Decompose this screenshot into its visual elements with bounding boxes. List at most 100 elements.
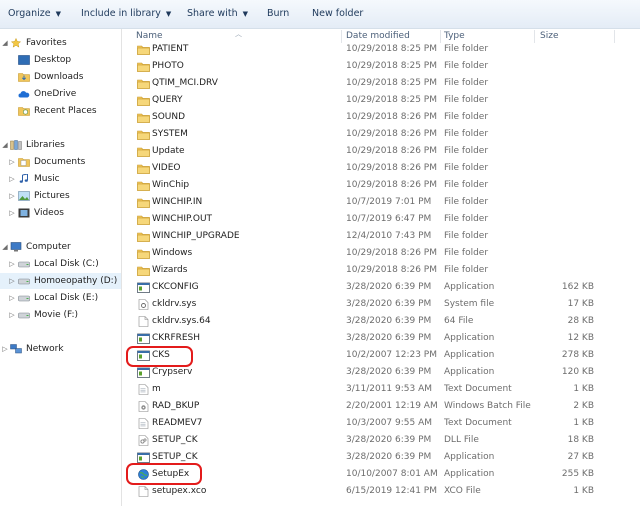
computer-icon [10, 242, 22, 252]
desktop-icon [18, 55, 30, 65]
nav-onedrive[interactable]: OneDrive [0, 86, 121, 102]
burn-button[interactable]: Burn [267, 0, 289, 28]
expand-arrow-icon[interactable]: ▷ [8, 154, 16, 170]
file-row[interactable]: QUERY 10/29/2018 8:25 PM File folder [122, 92, 640, 109]
file-row[interactable]: CKS 10/2/2007 12:23 PM Application 278 KB [122, 347, 640, 364]
file-type: File folder [444, 197, 489, 207]
share-with-label: Share with [187, 8, 238, 19]
nav-movie-f[interactable]: ▷ Movie (F:) [0, 307, 121, 323]
file-type: File folder [444, 78, 489, 88]
file-date-modified: 10/2/2007 12:23 PM [346, 350, 437, 360]
expand-arrow-icon[interactable]: ▷ [8, 273, 16, 289]
nav-computer[interactable]: ◢ Computer [0, 239, 121, 255]
include-in-library-button[interactable]: Include in library ▼ [81, 0, 171, 28]
expand-arrow-icon[interactable]: ▷ [8, 205, 16, 221]
nav-recent-places[interactable]: Recent Places [0, 103, 121, 119]
file-name: m [152, 384, 161, 394]
file-name: SETUP_CK [152, 435, 198, 445]
file-size: 255 KB [561, 469, 594, 479]
expand-arrow-icon[interactable]: ▷ [8, 256, 16, 272]
file-row[interactable]: WINCHIP_UPGRADE 12/4/2010 7:43 PM File fol… [122, 228, 640, 245]
file-row[interactable]: PATIENT 10/29/2018 8:25 PM File folder [122, 41, 640, 58]
file-row[interactable]: ckldrv.sys 3/28/2020 6:39 PM System file 17… [122, 296, 640, 313]
file-date-modified: 3/28/2020 6:39 PM [346, 282, 432, 292]
file-size: 17 KB [567, 299, 594, 309]
file-row[interactable]: SYSTEM 10/29/2018 8:26 PM File folder [122, 126, 640, 143]
file-name: ckldrv.sys [152, 299, 197, 309]
file-row[interactable]: Update 10/29/2018 8:26 PM File folder [122, 143, 640, 160]
file-date-modified: 3/28/2020 6:39 PM [346, 299, 432, 309]
nav-onedrive-label: OneDrive [34, 89, 77, 99]
file-row[interactable]: WINCHIP.IN 10/7/2019 7:01 PM File folder [122, 194, 640, 211]
application-icon [137, 350, 150, 361]
file-row[interactable]: SetupEx 10/10/2007 8:01 AM Application 255 … [122, 466, 640, 483]
file-row[interactable]: RAD_BKUP 2/20/2001 12:19 AM Windows Batch … [122, 398, 640, 415]
file-row[interactable]: Windows 10/29/2018 8:26 PM File folder [122, 245, 640, 262]
file-name: SOUND [152, 112, 186, 122]
file-name: VIDEO [152, 163, 181, 173]
file-row[interactable]: READMEV7 10/3/2007 9:55 AM Text Document 1 … [122, 415, 640, 432]
file-row[interactable]: QTIM_MCI.DRV 10/29/2018 8:25 PM File folde… [122, 75, 640, 92]
file-type: File folder [444, 163, 489, 173]
videos-icon [18, 208, 30, 218]
nav-downloads[interactable]: Downloads [0, 69, 121, 85]
file-date-modified: 3/11/2011 9:53 AM [346, 384, 433, 394]
file-name: READMEV7 [152, 418, 203, 428]
nav-recent-places-label: Recent Places [34, 106, 97, 116]
file-size: 1 KB [573, 486, 594, 496]
file-row[interactable]: WinChip 10/29/2018 8:26 PM File folder [122, 177, 640, 194]
nav-music[interactable]: ▷ Music [0, 171, 121, 187]
nav-videos[interactable]: ▷ Videos [0, 205, 121, 221]
nav-desktop[interactable]: Desktop [0, 52, 121, 68]
file-row[interactable]: Wizards 10/29/2018 8:26 PM File folder [122, 262, 640, 279]
file-row[interactable]: VIDEO 10/29/2018 8:26 PM File folder [122, 160, 640, 177]
dll-file-icon [138, 435, 149, 446]
collapse-arrow-icon[interactable]: ◢ [1, 239, 9, 255]
collapse-arrow-icon[interactable]: ◢ [1, 137, 9, 153]
file-row[interactable]: PHOTO 10/29/2018 8:25 PM File folder [122, 58, 640, 75]
nav-local-disk-e[interactable]: ▷ Local Disk (E:) [0, 290, 121, 306]
star-icon [10, 38, 22, 48]
file-row[interactable]: setupex.xco 6/15/2019 12:41 PM XCO File 1 K… [122, 483, 640, 500]
file-row[interactable]: ckldrv.sys.64 3/28/2020 6:39 PM 64 File 28 … [122, 313, 640, 330]
expand-arrow-icon[interactable]: ▷ [8, 290, 16, 306]
nav-favorites[interactable]: ◢ Favorites [0, 35, 121, 51]
nav-network[interactable]: ▷ Network [0, 341, 121, 357]
folder-icon [137, 96, 150, 106]
expand-arrow-icon[interactable]: ▷ [8, 171, 16, 187]
organize-button[interactable]: Organize ▼ [8, 0, 61, 28]
nav-music-label: Music [34, 174, 60, 184]
expand-arrow-icon[interactable]: ▷ [1, 341, 9, 357]
file-size: 1 KB [573, 418, 594, 428]
expand-arrow-icon[interactable]: ▷ [8, 307, 16, 323]
nav-network-label: Network [26, 344, 64, 354]
file-row[interactable]: WINCHIP.OUT 10/7/2019 6:47 PM File folder [122, 211, 640, 228]
nav-libraries-label: Libraries [26, 140, 65, 150]
collapse-arrow-icon[interactable]: ◢ [1, 35, 9, 51]
file-row[interactable]: m 3/11/2011 9:53 AM Text Document 1 KB [122, 381, 640, 398]
nav-documents[interactable]: ▷ Documents [0, 154, 121, 170]
file-date-modified: 3/28/2020 6:39 PM [346, 367, 432, 377]
nav-libraries[interactable]: ◢ Libraries [0, 137, 121, 153]
file-date-modified: 10/7/2019 6:47 PM [346, 214, 432, 224]
file-size: 28 KB [567, 316, 594, 326]
share-with-button[interactable]: Share with ▼ [187, 0, 248, 28]
file-type: File folder [444, 95, 489, 105]
nav-homoeopathy-d[interactable]: ▷ Homoeopathy (D:) [0, 273, 121, 289]
folder-icon [137, 249, 150, 259]
expand-arrow-icon[interactable]: ▷ [8, 188, 16, 204]
file-row[interactable]: Crypserv 3/28/2020 6:39 PM Application 120 … [122, 364, 640, 381]
file-date-modified: 10/29/2018 8:25 PM [346, 78, 437, 88]
file-type: File folder [444, 146, 489, 156]
file-row[interactable]: SETUP_CK 3/28/2020 6:39 PM Application 27 K… [122, 449, 640, 466]
file-row[interactable]: SETUP_CK 3/28/2020 6:39 PM DLL File 18 KB [122, 432, 640, 449]
file-row[interactable]: CKRFRESH 3/28/2020 6:39 PM Application 12 K… [122, 330, 640, 347]
file-row[interactable]: CKCONFIG 3/28/2020 6:39 PM Application 162 … [122, 279, 640, 296]
drive-icon [18, 295, 30, 302]
nav-pictures[interactable]: ▷ Pictures [0, 188, 121, 204]
new-folder-button[interactable]: New folder [312, 0, 363, 28]
file-name: SETUP_CK [152, 452, 198, 462]
file-row[interactable]: SOUND 10/29/2018 8:26 PM File folder [122, 109, 640, 126]
nav-local-disk-c[interactable]: ▷ Local Disk (C:) [0, 256, 121, 272]
file-date-modified: 3/28/2020 6:39 PM [346, 333, 432, 343]
